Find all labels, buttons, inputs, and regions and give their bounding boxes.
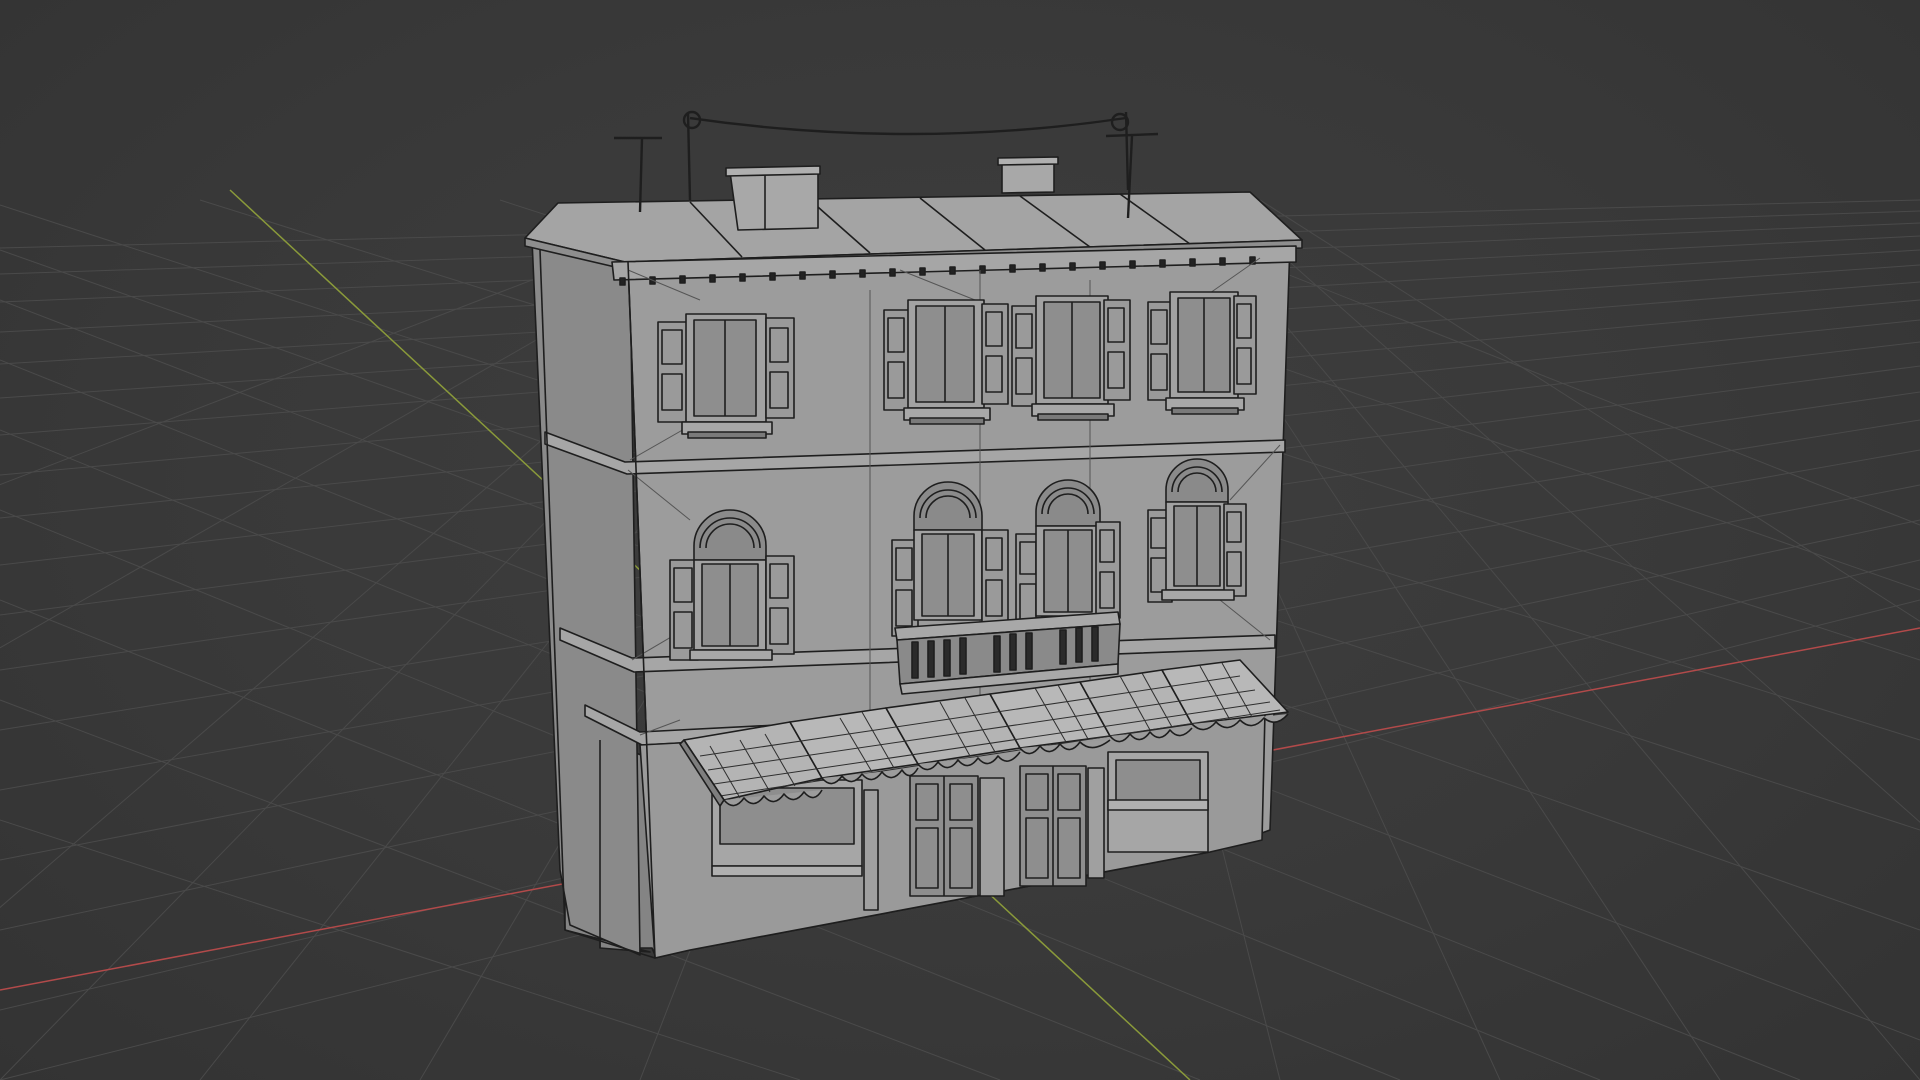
chimney-left [725, 165, 821, 231]
building-model[interactable] [524, 110, 1303, 959]
side-wall [531, 239, 641, 956]
viewport-canvas[interactable] [0, 0, 1920, 1080]
door-right [1019, 765, 1087, 887]
door-left [909, 775, 979, 897]
chimney-right [997, 156, 1059, 194]
3d-viewport[interactable] [0, 0, 1920, 1080]
